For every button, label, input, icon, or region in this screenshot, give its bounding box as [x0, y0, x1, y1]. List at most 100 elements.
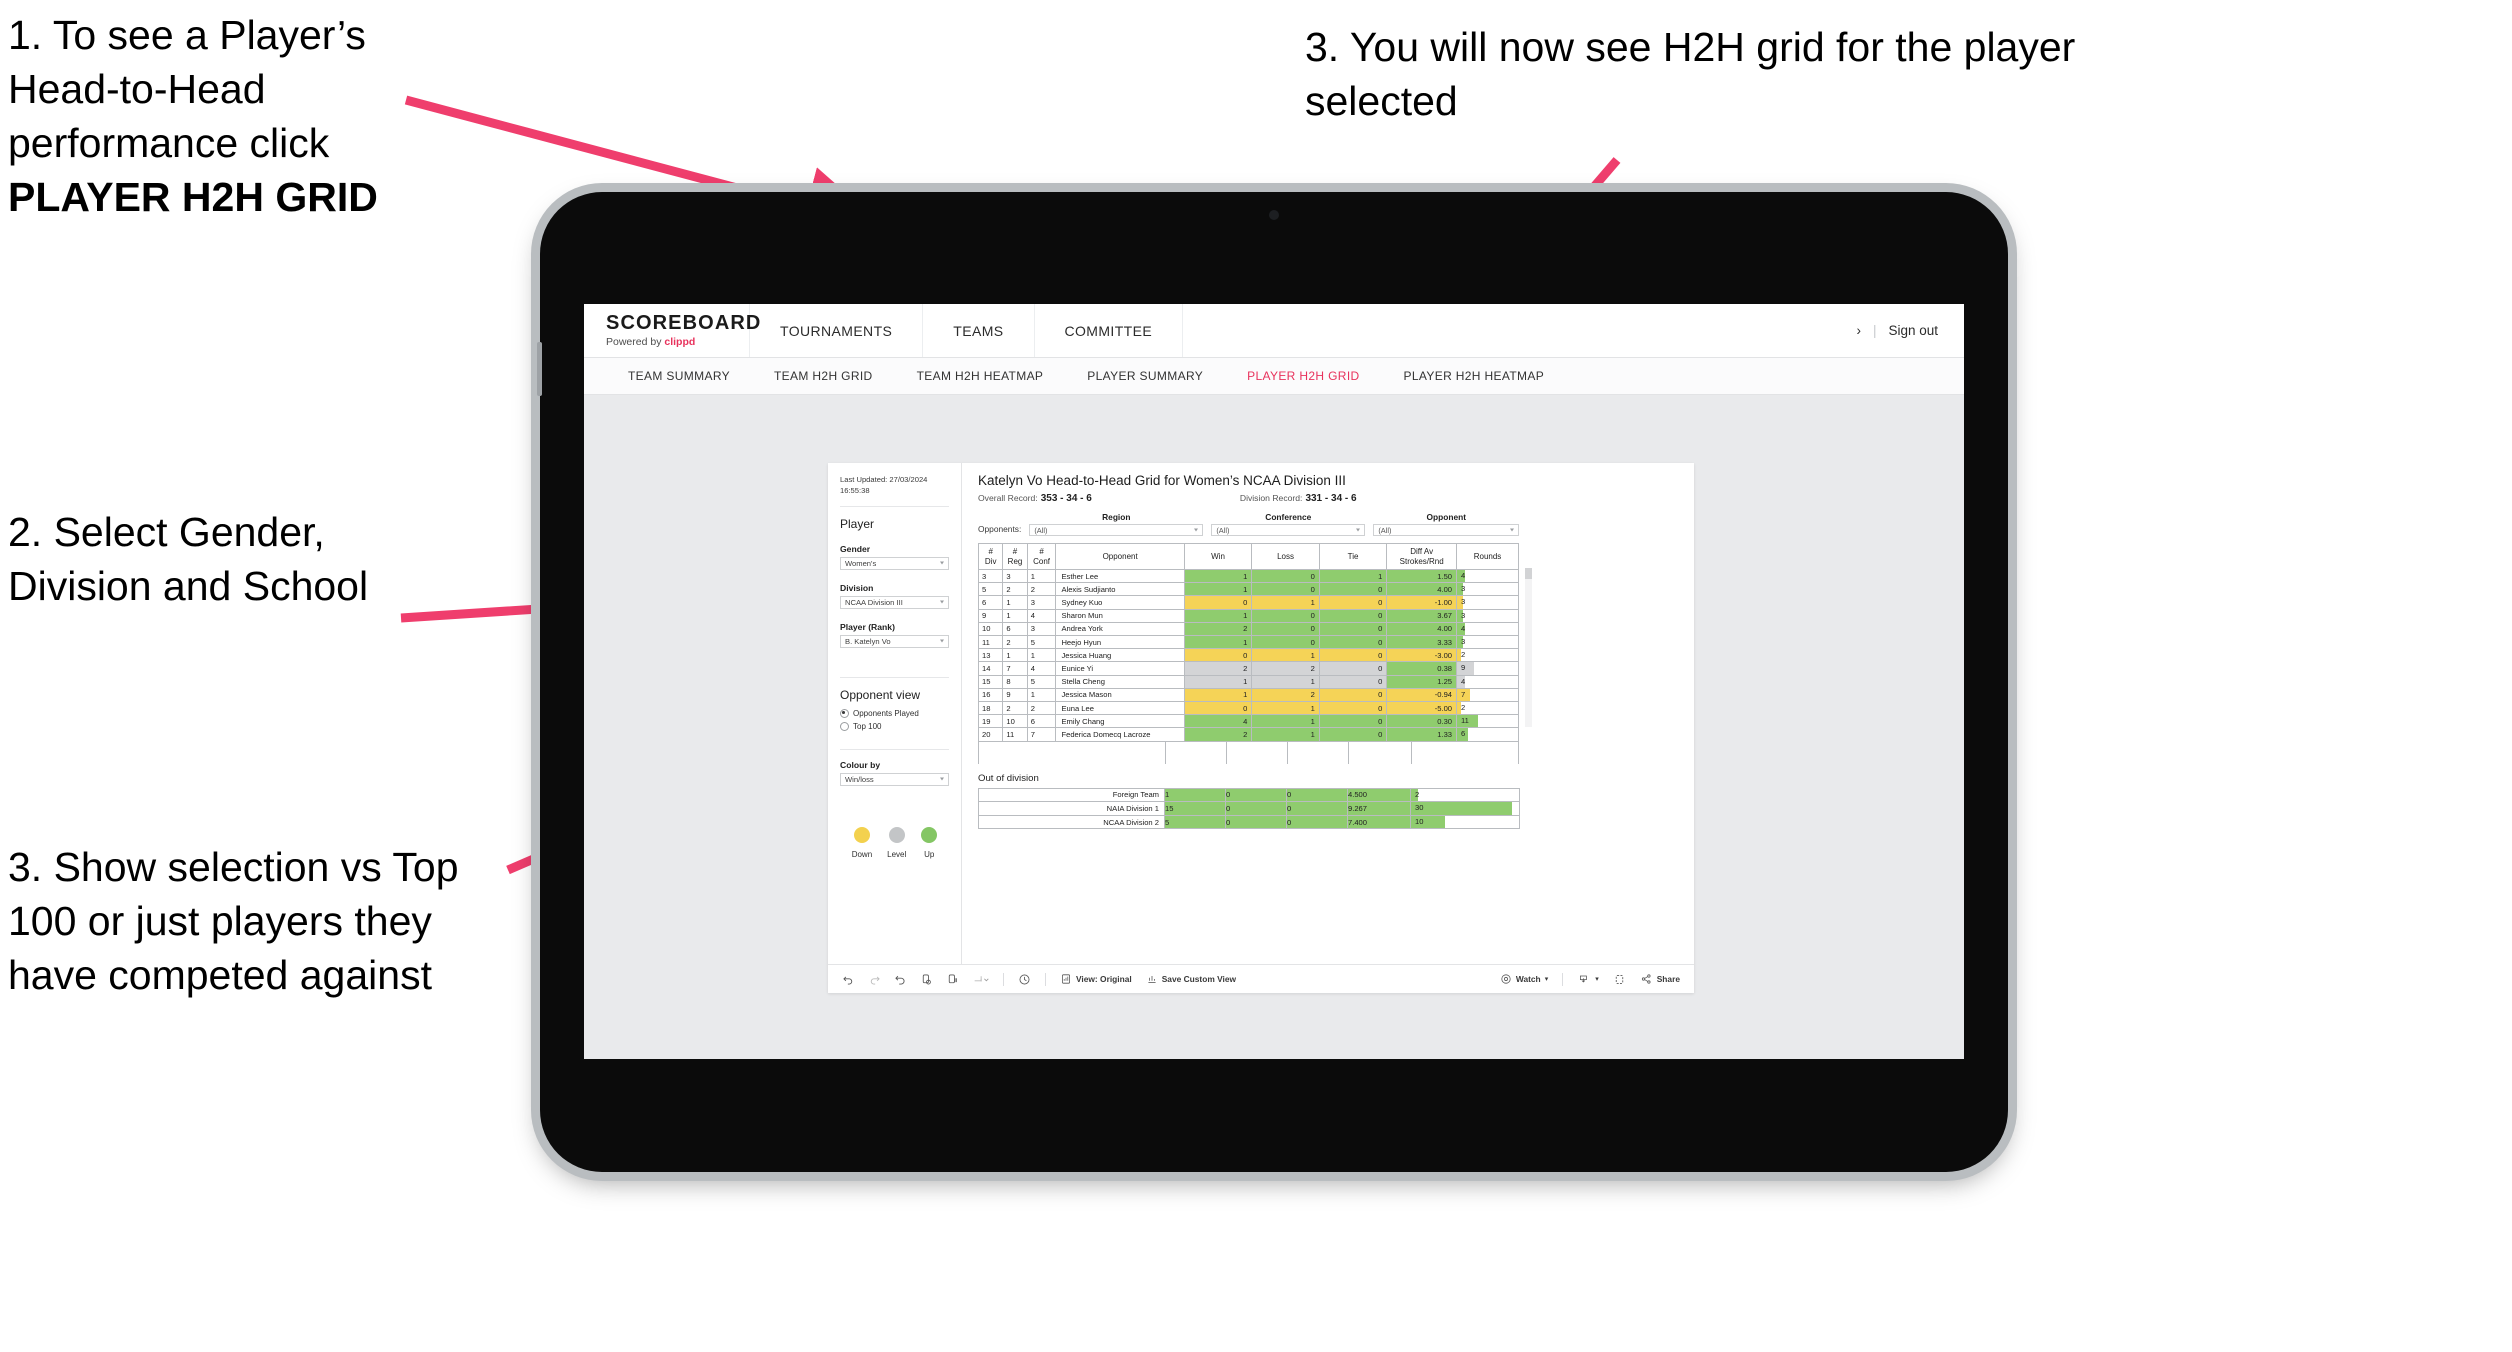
- h2h-grid-body: 3 3 1 Esther Lee 1 0 1 1.50 4 5 2 2 Alexis Sudjianto…: [977, 568, 1519, 742]
- pause-icon[interactable]: [946, 973, 959, 986]
- cell-tie: 0: [1318, 674, 1388, 689]
- sign-out-link[interactable]: Sign out: [1888, 323, 1938, 338]
- topnav-item-tournaments[interactable]: TOURNAMENTS: [750, 304, 924, 357]
- table-row[interactable]: Foreign Team 1 0 0 4.500 2: [978, 787, 1520, 803]
- download-icon: [1580, 975, 1587, 983]
- callout-step-1: 1. To see a Player’s Head-to-Head perfor…: [8, 8, 488, 224]
- cell-win: 2: [1183, 621, 1253, 637]
- download-button[interactable]: ▾: [1577, 973, 1599, 985]
- subnav-item-team-h2h-heatmap[interactable]: TEAM H2H HEATMAP: [895, 369, 1066, 383]
- watch-button[interactable]: Watch ▾: [1500, 973, 1548, 985]
- radio-top-100-label: Top 100: [853, 721, 882, 731]
- subnav-item-player-h2h-grid[interactable]: PLAYER H2H GRID: [1225, 369, 1381, 383]
- undo-icon[interactable]: [842, 973, 855, 986]
- table-row[interactable]: 5 2 2 Alexis Sudjianto 1 0 0 4.00 3: [977, 582, 1519, 597]
- table-row[interactable]: 16 9 1 Jessica Mason 1 2 0 -0.94 7: [977, 687, 1519, 703]
- division-record-label: Division Record:: [1239, 493, 1303, 503]
- cell-rounds: 4: [1456, 674, 1519, 689]
- cell-diff: 1.25: [1386, 674, 1458, 689]
- callout-step-1-text: 1. To see a Player’s Head-to-Head perfor…: [8, 12, 366, 167]
- subnav-item-team-summary[interactable]: TEAM SUMMARY: [606, 369, 752, 383]
- view-original-button[interactable]: View: Original: [1060, 973, 1132, 985]
- chevron-down-icon: [940, 777, 944, 781]
- top-navigation: TOURNAMENTS TEAMS COMMITTEE: [750, 304, 1184, 357]
- cell-div: 11: [977, 635, 1004, 650]
- col-loss[interactable]: Loss: [1251, 543, 1320, 570]
- table-row[interactable]: 11 2 5 Heejo Hyun 1 0 0 3.33 3: [977, 635, 1519, 650]
- table-row[interactable]: 13 1 1 Jessica Huang 0 1 0 -3.00 2: [977, 648, 1519, 663]
- fullscreen-button[interactable]: [1613, 973, 1626, 986]
- divider: [1562, 972, 1564, 986]
- table-row[interactable]: 18 2 2 Euna Lee 0 1 0 -5.00 2: [977, 701, 1519, 716]
- topnav-item-teams[interactable]: TEAMS: [923, 304, 1035, 357]
- cell-conf: 5: [1026, 674, 1057, 689]
- history-icon[interactable]: [1018, 973, 1031, 986]
- table-row[interactable]: 14 7 4 Eunice Yi 2 2 0 0.38 9: [977, 661, 1519, 676]
- cell-win: 1: [1183, 568, 1253, 584]
- save-custom-view-button[interactable]: Save Custom View: [1146, 973, 1236, 985]
- cell-loss: 2: [1251, 661, 1320, 676]
- col-diff-l2: Strokes/Rnd: [1399, 556, 1444, 566]
- table-row[interactable]: 6 1 3 Sydney Kuo 0 1 0 -1.00 3: [977, 595, 1519, 610]
- cell-reg: 9: [1002, 687, 1028, 703]
- subnav-item-team-h2h-grid[interactable]: TEAM H2H GRID: [752, 369, 895, 383]
- subnav-item-player-summary[interactable]: PLAYER SUMMARY: [1065, 369, 1225, 383]
- table-row[interactable]: 15 8 5 Stella Cheng 1 1 0 1.25 4: [977, 674, 1519, 689]
- topnav-item-committee[interactable]: COMMITTEE: [1035, 304, 1184, 357]
- colour-by-select[interactable]: Win/loss: [840, 772, 949, 786]
- col-reg[interactable]: # Reg: [1002, 543, 1028, 570]
- table-row[interactable]: NCAA Division 2 5 0 0 7.400 10: [978, 814, 1520, 830]
- table-row[interactable]: NAIA Division 1 15 0 0 9.267 30: [978, 801, 1520, 816]
- brand-logo[interactable]: SCOREBOARD Powered by clippd: [584, 304, 760, 357]
- share-button[interactable]: Share: [1640, 973, 1680, 985]
- forward-icon[interactable]: [972, 973, 989, 986]
- redo-icon[interactable]: [868, 973, 881, 986]
- player-rank-select[interactable]: B. Katelyn Vo: [840, 634, 949, 648]
- filter-opponent-select[interactable]: (All): [1373, 524, 1520, 536]
- cell-reg: 1: [1002, 595, 1028, 610]
- gender-label: Gender: [840, 543, 871, 554]
- fullscreen-icon: [1615, 974, 1623, 984]
- h2h-grid-header-row: # Div # Reg # Conf Opponent Win Loss Tie Di…: [977, 543, 1519, 570]
- col-div[interactable]: # Div: [977, 543, 1004, 570]
- table-row[interactable]: 10 6 3 Andrea York 2 0 0 4.00 4: [977, 621, 1519, 637]
- gender-select[interactable]: Women's: [840, 556, 949, 570]
- subnav-item-player-h2h-heatmap[interactable]: PLAYER H2H HEATMAP: [1382, 369, 1567, 383]
- table-row[interactable]: 3 3 1 Esther Lee 1 0 1 1.50 4: [977, 568, 1519, 584]
- col-win[interactable]: Win: [1183, 543, 1253, 570]
- table-row[interactable]: 20 11 7 Federica Domecq Lacroze 2 1 0 1.33 6: [977, 727, 1519, 742]
- opponent-view-heading: Opponent view: [840, 687, 921, 702]
- last-updated-text: Last Updated: 27/03/2024 16:55:38: [840, 475, 928, 495]
- col-rounds[interactable]: Rounds: [1456, 543, 1519, 570]
- cell-loss: 0: [1251, 621, 1320, 637]
- cell-diff: -1.00: [1386, 595, 1458, 610]
- revert-icon[interactable]: [894, 973, 907, 986]
- grid-scrollbar-thumb[interactable]: [1525, 568, 1532, 579]
- col-conf[interactable]: # Conf: [1026, 543, 1057, 570]
- cell-div: 5: [977, 582, 1004, 597]
- cell-tie: 0: [1318, 635, 1388, 650]
- records-row: Overall Record: 353 - 34 - 6 Division Re…: [978, 493, 1680, 504]
- view-icon: [1062, 974, 1070, 984]
- division-select-value: NCAA Division III: [845, 597, 903, 607]
- cell-reg: 2: [1002, 635, 1028, 650]
- radio-opponents-played[interactable]: Opponents Played: [840, 708, 949, 718]
- chevron-right-icon[interactable]: ›: [1856, 323, 1861, 338]
- col-tie[interactable]: Tie: [1318, 543, 1388, 570]
- refresh-data-icon[interactable]: [920, 973, 933, 986]
- cell-conf: 1: [1026, 687, 1057, 703]
- filter-region-select[interactable]: (All): [1029, 524, 1204, 536]
- player-rank-select-value: B. Katelyn Vo: [845, 636, 891, 646]
- filter-conference-select[interactable]: (All): [1211, 524, 1366, 536]
- radio-top-100[interactable]: Top 100: [840, 721, 949, 731]
- table-row[interactable]: 19 10 6 Emily Chang 4 1 0 0.30 11: [977, 714, 1519, 729]
- col-diff[interactable]: Diff Av Strokes/Rnd: [1386, 543, 1458, 570]
- division-select[interactable]: NCAA Division III: [840, 595, 949, 609]
- table-row[interactable]: 9 1 4 Sharon Mun 1 0 0 3.67 3: [977, 608, 1519, 623]
- cell-loss: 2: [1251, 687, 1320, 703]
- h2h-grid-blank-footer: [978, 741, 1519, 764]
- col-opponent[interactable]: Opponent: [1055, 543, 1185, 570]
- cell-win: 0: [1183, 701, 1253, 716]
- brand-powered-prefix: Powered by: [606, 336, 665, 348]
- grid-scrollbar[interactable]: [1525, 568, 1532, 727]
